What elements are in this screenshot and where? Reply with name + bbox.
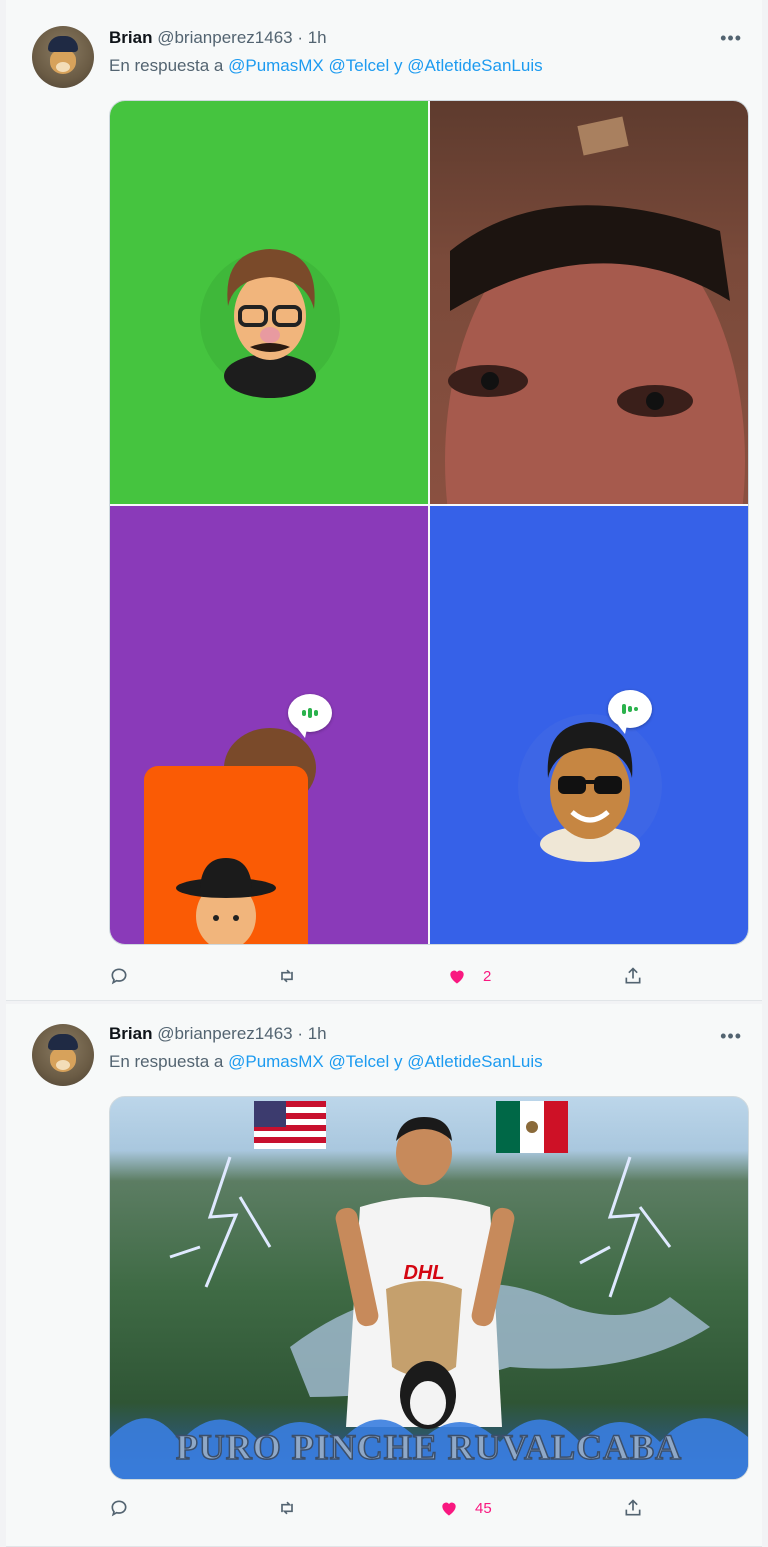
reply-conjunction: y — [393, 56, 403, 75]
speaking-indicator-icon — [288, 694, 332, 738]
like-icon — [442, 1502, 456, 1516]
reply-button[interactable] — [109, 1498, 129, 1518]
tweet-time[interactable]: · 1h — [297, 1024, 326, 1043]
video-call-screenshot[interactable] — [109, 100, 749, 945]
bitmoji-avatar-glasses — [200, 249, 340, 398]
reply-prefix: En respuesta a — [109, 56, 224, 75]
meme-scene: DHL PURO PINCHE RUVALCABA — [110, 1101, 748, 1479]
mexico-flag-icon — [496, 1101, 568, 1153]
retweet-button[interactable] — [277, 966, 297, 986]
reply-icon — [111, 968, 127, 985]
speaking-indicator-icon — [608, 690, 652, 734]
like-count: 2 — [483, 967, 492, 985]
mention-link[interactable]: @Telcel — [329, 1052, 390, 1071]
avatar[interactable] — [32, 1024, 94, 1086]
share-button[interactable] — [623, 966, 643, 986]
call-tile-purple — [110, 506, 428, 944]
tweet-time[interactable]: · 1h — [297, 28, 326, 47]
avatar[interactable] — [32, 26, 94, 88]
share-button[interactable] — [623, 1498, 643, 1518]
reply-prefix: En respuesta a — [109, 1052, 224, 1071]
reply-icon — [111, 1500, 127, 1517]
more-options-icon[interactable]: ••• — [720, 1026, 742, 1047]
call-tile-camera — [430, 101, 748, 504]
like-button[interactable]: 2 — [447, 966, 491, 986]
camera-face — [445, 116, 745, 504]
retweet-button[interactable] — [277, 1498, 297, 1518]
mention-link[interactable]: @AtletideSanLuis — [407, 1052, 542, 1071]
tweet-actions: 45 — [109, 1498, 729, 1526]
self-view-tile[interactable] — [144, 766, 308, 944]
shirt-sponsor-text: DHL — [403, 1262, 444, 1284]
tweet-header: Brian @brianperez1463 · 1h — [109, 28, 327, 48]
retweet-icon — [281, 1501, 293, 1515]
reply-button[interactable] — [109, 966, 129, 986]
like-button[interactable]: 45 — [439, 1498, 492, 1518]
call-tile-green — [110, 101, 428, 504]
call-tile-blue — [430, 506, 748, 944]
bitmoji-avatar-sunglasses — [518, 714, 662, 862]
meme-image[interactable]: DHL PURO PINCHE RUVALCABA — [109, 1096, 749, 1480]
tweet-2[interactable]: Brian @brianperez1463 · 1h ••• En respue… — [6, 1004, 762, 1547]
like-icon — [450, 970, 464, 984]
reply-context: En respuesta a @PumasMX @Telcel y @Atlet… — [109, 1052, 543, 1072]
tweet-actions: 2 — [109, 966, 729, 994]
tweet-header: Brian @brianperez1463 · 1h — [109, 1024, 327, 1044]
bitmoji-avatar-cowboy-hat — [176, 858, 276, 944]
reply-conjunction: y — [393, 1052, 403, 1071]
author-handle[interactable]: @brianperez1463 — [157, 28, 292, 47]
share-icon — [625, 967, 641, 984]
author-name[interactable]: Brian — [109, 28, 152, 47]
share-icon — [625, 1499, 641, 1516]
more-options-icon[interactable]: ••• — [720, 28, 742, 49]
meme-caption: PURO PINCHE RUVALCABA — [176, 1427, 682, 1467]
mention-link[interactable]: @PumasMX — [228, 56, 324, 75]
author-handle[interactable]: @brianperez1463 — [157, 1024, 292, 1043]
usa-flag-icon — [254, 1101, 326, 1149]
mention-link[interactable]: @AtletideSanLuis — [407, 56, 542, 75]
retweet-icon — [281, 969, 293, 983]
mention-link[interactable]: @Telcel — [329, 56, 390, 75]
like-count: 45 — [475, 1499, 492, 1517]
tweet-1[interactable]: Brian @brianperez1463 · 1h ••• En respue… — [6, 0, 762, 1001]
author-name[interactable]: Brian — [109, 1024, 152, 1043]
reply-context: En respuesta a @PumasMX @Telcel y @Atlet… — [109, 56, 543, 76]
mention-link[interactable]: @PumasMX — [228, 1052, 324, 1071]
